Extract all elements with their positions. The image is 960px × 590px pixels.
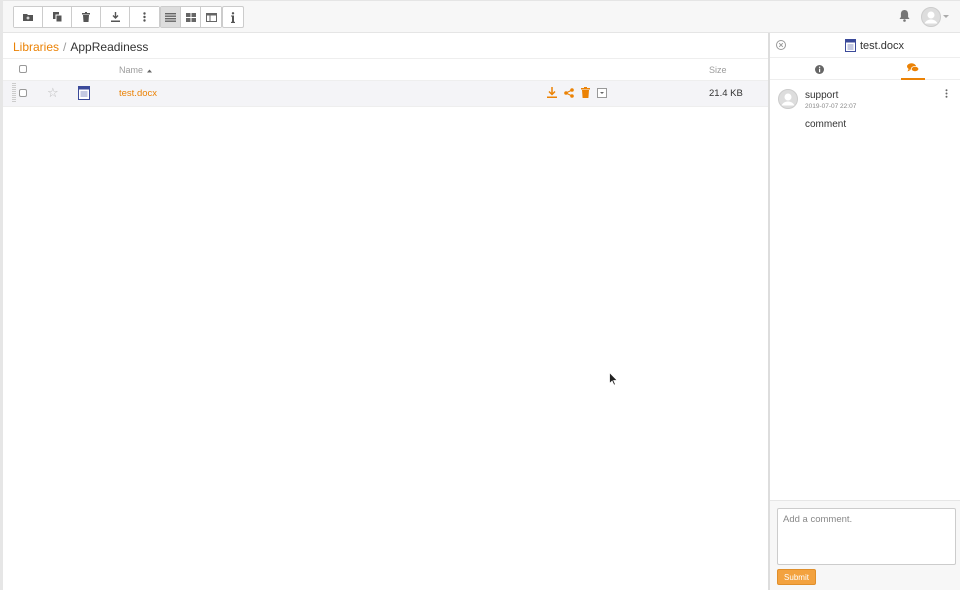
word-file-icon — [845, 39, 856, 52]
new-folder-icon — [23, 14, 33, 21]
breadcrumb-libraries-link[interactable]: Libraries — [13, 40, 59, 54]
user-avatar-icon — [921, 7, 941, 27]
comments-icon — [907, 63, 919, 72]
close-icon[interactable] — [776, 40, 786, 50]
mouse-cursor-icon — [609, 372, 618, 386]
list-view-icon — [165, 12, 176, 22]
download-icon — [110, 12, 120, 22]
submit-button[interactable]: Submit — [777, 569, 816, 585]
word-file-icon — [78, 86, 90, 100]
comment-author: support — [805, 90, 839, 101]
info-icon — [231, 11, 235, 23]
name-column-label: Name — [119, 65, 144, 75]
info-button[interactable] — [222, 6, 244, 28]
row-checkbox[interactable] — [19, 89, 27, 97]
more-vertical-icon — [143, 12, 146, 22]
panel-header: test.docx — [770, 33, 960, 58]
comment-text: comment — [805, 119, 847, 130]
dropdown-menu-icon[interactable] — [597, 87, 607, 98]
breadcrumb-current: AppReadiness — [70, 40, 149, 54]
file-table: Name Size ☆ test.docx 21.4 KB — [3, 58, 768, 107]
breadcrumb: Libraries / AppReadiness — [13, 40, 148, 54]
table-row[interactable]: ☆ test.docx 21.4 KB — [3, 81, 768, 107]
size-column-header[interactable]: Size — [709, 65, 727, 75]
share-icon[interactable] — [564, 87, 574, 98]
comment-form: Submit — [770, 500, 960, 590]
breadcrumb-separator: / — [63, 40, 67, 54]
avatar — [778, 89, 798, 109]
top-toolbar — [3, 0, 960, 33]
notifications-button[interactable] — [899, 9, 910, 25]
column-view-icon — [205, 12, 217, 22]
grid-view-button[interactable] — [181, 7, 201, 27]
new-folder-button[interactable] — [14, 7, 43, 27]
app-window: Libraries / AppReadiness Name Size ☆ tes… — [0, 0, 960, 590]
download-icon[interactable] — [547, 87, 557, 98]
info-circle-icon — [814, 64, 824, 74]
list-view-button[interactable] — [161, 7, 181, 27]
comment-time: 2019-07-07 22:07 — [805, 103, 857, 110]
drag-handle[interactable] — [12, 83, 16, 103]
copy-button[interactable] — [43, 7, 72, 27]
column-view-button[interactable] — [201, 7, 221, 27]
panel-title-text: test.docx — [860, 39, 905, 52]
select-all-checkbox[interactable] — [19, 65, 27, 73]
tab-comments[interactable] — [901, 58, 925, 80]
name-column-header[interactable]: Name — [119, 65, 152, 75]
chevron-down-icon — [943, 15, 949, 18]
bell-icon — [899, 10, 910, 22]
file-size: 21.4 KB — [709, 88, 743, 99]
details-panel: test.docx support 2019-07-07 22:07 comme… — [768, 33, 960, 590]
panel-tabs — [770, 58, 960, 80]
comment-input[interactable] — [777, 508, 956, 565]
trash-icon — [82, 12, 90, 22]
more-button[interactable] — [130, 7, 159, 27]
view-mode-group — [160, 6, 222, 28]
trash-icon[interactable] — [581, 87, 590, 98]
more-vertical-icon[interactable] — [945, 89, 948, 98]
table-header: Name Size — [3, 58, 768, 81]
sort-asc-icon — [146, 69, 152, 73]
star-icon[interactable]: ☆ — [47, 86, 59, 100]
panel-title: test.docx — [845, 39, 904, 52]
comment-item: support 2019-07-07 22:07 comment — [770, 80, 960, 150]
row-operations — [547, 87, 607, 98]
copy-icon — [52, 12, 62, 22]
delete-button[interactable] — [72, 7, 101, 27]
user-menu-button[interactable] — [921, 7, 949, 27]
file-ops-group — [13, 6, 160, 28]
grid-view-icon — [185, 12, 196, 22]
file-name-link[interactable]: test.docx — [119, 88, 157, 99]
download-button[interactable] — [101, 7, 130, 27]
tab-info[interactable] — [807, 58, 831, 80]
